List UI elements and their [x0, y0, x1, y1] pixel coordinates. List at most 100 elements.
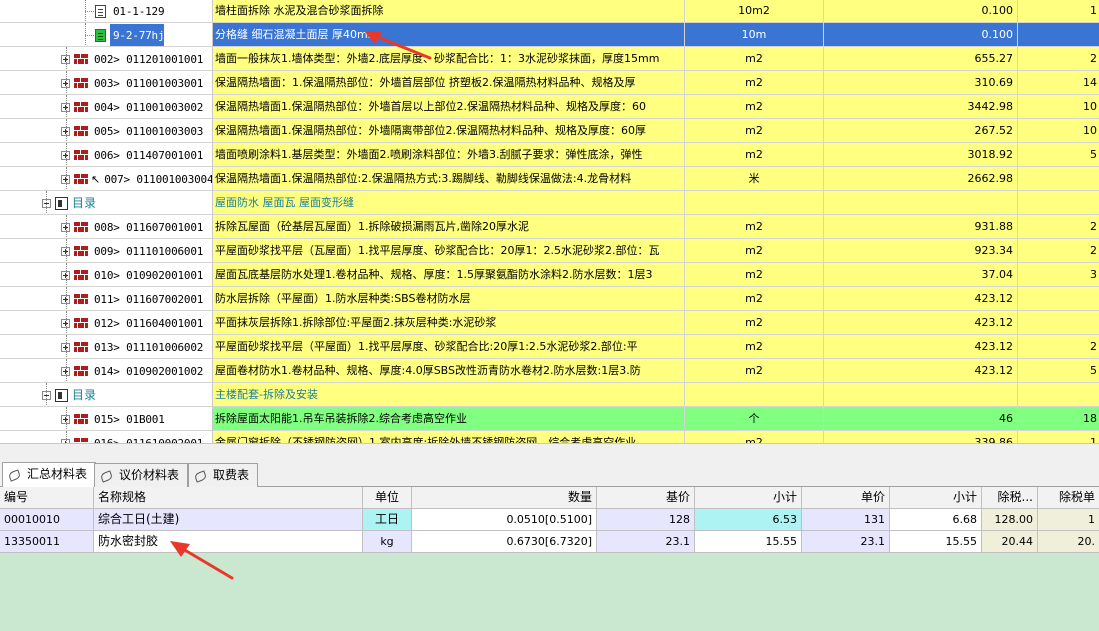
item-name[interactable]: 金属门窗拆除（不锈钢防盗网）1.室内高度:拆除外墙不锈钢防盗网，综合考虑高空作业 — [213, 431, 685, 443]
tree-cell[interactable]: 002> 011201001001 — [0, 47, 213, 71]
item-unit[interactable]: m2 — [685, 311, 824, 335]
tab-fee-table[interactable]: 取费表 — [188, 463, 259, 487]
item-quantity[interactable]: 0.100 — [824, 23, 1018, 47]
col-header-subtotal[interactable]: 小计 — [695, 487, 802, 509]
tree-cell[interactable]: 006> 011407001001 — [0, 143, 213, 167]
tree-cell[interactable]: 目录 — [0, 191, 213, 215]
item-name[interactable]: 防水层拆除（平屋面）1.防水层种类:SBS卷材防水层 — [213, 287, 685, 311]
item-quantity[interactable]: 923.34 — [824, 239, 1018, 263]
item-unit[interactable]: m2 — [685, 95, 824, 119]
material-quantity[interactable]: 0.0510[0.5100] — [412, 509, 597, 531]
item-quantity[interactable]: 423.12 — [824, 359, 1018, 383]
item-extra-value[interactable]: 2 — [1018, 47, 1099, 71]
item-quantity[interactable] — [824, 191, 1018, 215]
bill-items-tree-grid[interactable]: 01-1-129 墙柱面拆除 水泥及混合砂浆面拆除 10m2 0.100 1 9-2-77… — [0, 0, 1099, 443]
item-unit[interactable]: m2 — [685, 287, 824, 311]
material-subtotal-2[interactable]: 6.68 — [890, 509, 982, 531]
panel-splitter[interactable] — [0, 443, 1099, 461]
table-row[interactable]: 13350011 防水密封胶 kg 0.6730[6.7320] 23.1 15… — [0, 531, 1099, 553]
item-unit[interactable]: 10m2 — [685, 0, 824, 23]
item-extra-value[interactable] — [1018, 311, 1099, 335]
table-row[interactable]: ↖ 007> 011001003004 保温隔热墙面1.保温隔热部位:2.保温隔热方… — [0, 167, 1099, 191]
item-unit[interactable]: m2 — [685, 263, 824, 287]
item-extra-value[interactable]: 1 — [1018, 0, 1099, 23]
table-row[interactable]: 00010010 综合工日(土建) 工日 0.0510[0.5100] 128 … — [0, 509, 1099, 531]
item-extra-value[interactable] — [1018, 191, 1099, 215]
item-unit[interactable]: m2 — [685, 359, 824, 383]
item-quantity[interactable]: 3018.92 — [824, 143, 1018, 167]
directory-row[interactable]: 目录 主楼配套-拆除及安装 — [0, 383, 1099, 407]
material-unit-price[interactable]: 131 — [802, 509, 890, 531]
item-extra-value[interactable]: 10 — [1018, 119, 1099, 143]
item-extra-value[interactable]: 5 — [1018, 143, 1099, 167]
item-name[interactable]: 保温隔热墙面1.保温隔热部位：外墙隔离带部位2.保温隔热材料品种、规格及厚度：6… — [213, 119, 685, 143]
item-quantity[interactable]: 310.69 — [824, 71, 1018, 95]
item-extra-value[interactable]: 1 — [1018, 431, 1099, 443]
material-base-price[interactable]: 128 — [597, 509, 695, 531]
material-subtotal-2[interactable]: 15.55 — [890, 531, 982, 553]
item-quantity[interactable]: 46 — [824, 407, 1018, 431]
tree-cell[interactable]: 9-2-77hj — [0, 23, 213, 47]
item-quantity[interactable]: 931.88 — [824, 215, 1018, 239]
item-unit[interactable]: m2 — [685, 47, 824, 71]
item-quantity[interactable]: 37.04 — [824, 263, 1018, 287]
tree-cell[interactable]: 015> 01B001 — [0, 407, 213, 431]
item-unit[interactable]: 10m — [685, 23, 824, 47]
tree-cell[interactable]: 008> 011607001001 — [0, 215, 213, 239]
item-name[interactable]: 保温隔热墙面：1.保温隔热部位：外墙首层部位 挤塑板2.保温隔热材料品种、规格及… — [213, 71, 685, 95]
item-quantity[interactable]: 2662.98 — [824, 167, 1018, 191]
tree-cell[interactable]: 009> 011101006001 — [0, 239, 213, 263]
item-quantity[interactable]: 423.12 — [824, 311, 1018, 335]
item-quantity[interactable]: 267.52 — [824, 119, 1018, 143]
item-unit[interactable]: m2 — [685, 335, 824, 359]
material-unit[interactable]: kg — [363, 531, 412, 553]
material-ex-tax[interactable]: 128.00 — [982, 509, 1038, 531]
table-row[interactable]: 015> 01B001 拆除屋面太阳能1.吊车吊装拆除2.综合考虑高空作业个 46 1… — [0, 407, 1099, 431]
item-quantity[interactable]: 423.12 — [824, 335, 1018, 359]
table-row[interactable]: 010> 010902001001 屋面瓦底基层防水处理1.卷材品种、规格、厚度：… — [0, 263, 1099, 287]
material-subtotal[interactable]: 6.53 — [695, 509, 802, 531]
item-extra-value[interactable]: 18 — [1018, 407, 1099, 431]
col-header-ex-tax-unit[interactable]: 除税单 — [1038, 487, 1099, 509]
table-row[interactable]: 006> 011407001001 墙面喷刷涂料1.基层类型：外墙面2.喷刷涂料部… — [0, 143, 1099, 167]
table-row[interactable]: 016> 011610002001 金属门窗拆除（不锈钢防盗网）1.室内高度:拆除… — [0, 431, 1099, 443]
table-row[interactable]: 014> 010902001002 屋面卷材防水1.卷材品种、规格、厚度:4.0厚… — [0, 359, 1099, 383]
item-extra-value[interactable] — [1018, 383, 1099, 407]
material-ex-tax[interactable]: 20.44 — [982, 531, 1038, 553]
tree-cell[interactable]: 014> 010902001002 — [0, 359, 213, 383]
material-subtotal[interactable]: 15.55 — [695, 531, 802, 553]
material-unit[interactable]: 工日 — [363, 509, 412, 531]
item-extra-value[interactable] — [1018, 23, 1099, 47]
tab-negotiated-materials[interactable]: 议价材料表 — [94, 463, 189, 487]
item-name[interactable]: 墙柱面拆除 水泥及混合砂浆面拆除 — [213, 0, 685, 23]
item-name[interactable]: 屋面防水 屋面瓦 屋面变形缝 — [213, 191, 685, 215]
col-header-name[interactable]: 名称规格 — [94, 487, 363, 509]
tree-cell[interactable]: 013> 011101006002 — [0, 335, 213, 359]
item-unit[interactable]: m2 — [685, 119, 824, 143]
item-unit[interactable]: m2 — [685, 71, 824, 95]
tree-cell[interactable]: 003> 011001003001 — [0, 71, 213, 95]
col-header-quantity[interactable]: 数量 — [412, 487, 597, 509]
material-base-price[interactable]: 23.1 — [597, 531, 695, 553]
item-name[interactable]: 拆除屋面太阳能1.吊车吊装拆除2.综合考虑高空作业 — [213, 407, 685, 431]
item-extra-value[interactable] — [1018, 287, 1099, 311]
tree-cell[interactable]: 01-1-129 — [0, 0, 213, 23]
material-code[interactable]: 13350011 — [0, 531, 94, 553]
col-header-code[interactable]: 编号 — [0, 487, 94, 509]
tree-cell[interactable]: ↖ 007> 011001003004 — [0, 167, 213, 191]
item-quantity[interactable]: 423.12 — [824, 287, 1018, 311]
material-name[interactable]: 综合工日(土建) — [94, 509, 363, 531]
col-header-subtotal-2[interactable]: 小计 — [890, 487, 982, 509]
tree-cell[interactable]: 目录 — [0, 383, 213, 407]
item-extra-value[interactable]: 2 — [1018, 239, 1099, 263]
item-name[interactable]: 保温隔热墙面1.保温隔热部位：外墙首层以上部位2.保温隔热材料品种、规格及厚度：… — [213, 95, 685, 119]
table-row[interactable]: 002> 011201001001 墙面一般抹灰1.墙体类型：外墙2.底层厚度、砂… — [0, 47, 1099, 71]
item-unit[interactable]: 米 — [685, 167, 824, 191]
item-name[interactable]: 拆除瓦屋面（砼基层瓦屋面）1.拆除破损漏雨瓦片,凿除20厚水泥 — [213, 215, 685, 239]
table-row[interactable]: 008> 011607001001 拆除瓦屋面（砼基层瓦屋面）1.拆除破损漏雨瓦片… — [0, 215, 1099, 239]
item-unit[interactable]: m2 — [685, 239, 824, 263]
item-quantity[interactable] — [824, 383, 1018, 407]
item-unit[interactable]: m2 — [685, 431, 824, 443]
item-name[interactable]: 主楼配套-拆除及安装 — [213, 383, 685, 407]
tree-cell[interactable]: 012> 011604001001 — [0, 311, 213, 335]
